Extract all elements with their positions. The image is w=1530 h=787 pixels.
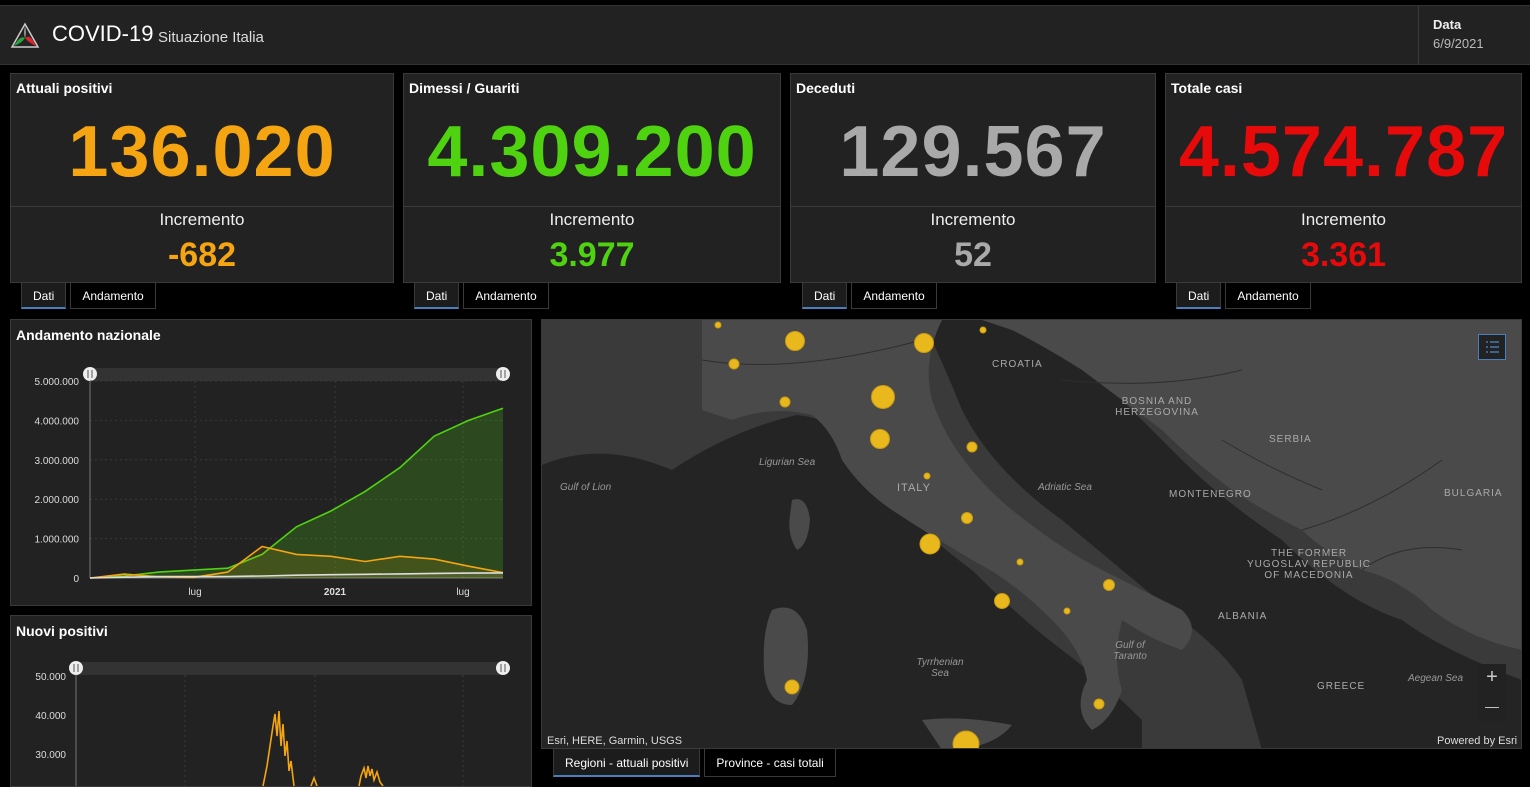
card-value: 4.309.200 <box>427 112 757 192</box>
region-dot[interactable] <box>785 331 805 351</box>
region-dot[interactable] <box>1016 558 1024 566</box>
card-divider <box>11 206 393 207</box>
date-label: Data <box>1433 17 1462 32</box>
y-tick-label: 50.000 <box>35 672 66 683</box>
date-value: 6/9/2021 <box>1433 36 1484 51</box>
region-dot[interactable] <box>728 358 740 370</box>
region-dot[interactable] <box>1063 607 1071 615</box>
map-powered-by[interactable]: Powered by Esri <box>1437 735 1517 747</box>
card-value: 4.574.787 <box>1178 112 1509 192</box>
range-slider-track <box>90 368 503 381</box>
card-title: Attuali positivi <box>16 80 113 96</box>
range-slider-handle <box>496 661 510 675</box>
series-nuovi-positivi-line <box>262 710 384 786</box>
chart-nuovi-positivi: Nuovi positivi 50.000 40.000 30.000 <box>10 615 532 787</box>
card-increment-value: 3.361 <box>1300 236 1387 274</box>
card-attuali-positivi: Attuali positivi 136.020 Incremento -682 <box>10 73 394 283</box>
region-dot[interactable] <box>1103 579 1115 591</box>
card-divider <box>791 206 1155 207</box>
y-tick-label: 1.000.000 <box>35 535 80 546</box>
card-tabs-positivi: Dati Andamento <box>21 283 160 310</box>
y-tick-label: 4.000.000 <box>35 416 80 427</box>
card-tabs-guariti: Dati Andamento <box>414 283 553 310</box>
region-dot[interactable] <box>714 321 722 329</box>
region-dot[interactable] <box>979 326 987 334</box>
card-increment-label: Incremento <box>549 210 635 229</box>
zoom-out-button[interactable]: — <box>1478 693 1506 721</box>
x-tick-label: 2021 <box>324 587 347 598</box>
tab-andamento[interactable]: Andamento <box>463 283 549 309</box>
tab-dati[interactable]: Dati <box>21 283 67 309</box>
x-tick-label: lug <box>456 587 469 598</box>
region-dot[interactable] <box>784 679 800 695</box>
app-header: COVID-19 Situazione Italia Data 6/9/2021 <box>0 5 1530 65</box>
range-slider-handle <box>496 367 510 381</box>
map-attribution: Esri, HERE, Garmin, USGS <box>547 735 683 747</box>
chart-andamento-nazionale: Andamento nazionale 0 1.000.000 2.000.000 3… <box>10 319 532 606</box>
card-divider <box>404 206 780 207</box>
region-dot[interactable] <box>923 472 931 480</box>
card-totale-casi: Totale casi 4.574.787 Incremento 3.361 <box>1165 73 1522 283</box>
y-tick-label: 2.000.000 <box>35 495 80 506</box>
card-tabs-totale: Dati Andamento <box>1176 283 1315 310</box>
list-icon <box>1486 341 1499 353</box>
tab-dati[interactable]: Dati <box>1176 283 1222 309</box>
region-dot[interactable] <box>914 333 934 353</box>
app-title: COVID-19 <box>52 21 154 46</box>
tab-regioni[interactable]: Regioni - attuali positivi <box>553 749 701 777</box>
card-title: Totale casi <box>1171 80 1243 96</box>
range-slider-handle <box>83 367 97 381</box>
tab-andamento[interactable]: Andamento <box>851 283 937 309</box>
card-title: Deceduti <box>796 80 856 96</box>
region-dot[interactable] <box>871 385 895 409</box>
tab-andamento[interactable]: Andamento <box>70 283 156 309</box>
region-dot[interactable] <box>961 512 973 524</box>
card-increment-label: Incremento <box>159 210 245 229</box>
region-dot[interactable] <box>966 441 978 453</box>
y-tick-label: 30.000 <box>35 750 66 761</box>
date-panel: Data 6/9/2021 <box>1418 6 1530 64</box>
region-dot[interactable] <box>994 593 1010 609</box>
card-title: Dimessi / Guariti <box>409 80 520 96</box>
card-dimessi-guariti: Dimessi / Guariti 4.309.200 Incremento 3… <box>403 73 781 283</box>
region-dot[interactable] <box>952 730 980 749</box>
zoom-in-button[interactable]: + <box>1478 664 1506 692</box>
card-increment-value: 52 <box>954 236 992 274</box>
card-deceduti: Deceduti 129.567 Incremento 52 <box>790 73 1156 283</box>
x-tick-label: lug <box>188 587 201 598</box>
card-increment-value: 3.977 <box>549 236 635 274</box>
legend-button[interactable] <box>1478 334 1506 360</box>
tab-andamento[interactable]: Andamento <box>1225 283 1311 309</box>
map-view[interactable]: CROATIA BOSNIA AND HERZEGOVINA SERBIA Li… <box>541 319 1522 749</box>
card-divider <box>1166 206 1521 207</box>
card-tabs-deceduti: Dati Andamento <box>802 283 941 310</box>
y-tick-label: 3.000.000 <box>35 456 80 467</box>
tab-dati[interactable]: Dati <box>414 283 460 309</box>
card-increment-label: Incremento <box>930 210 1016 229</box>
app-subtitle: Situazione Italia <box>158 29 264 46</box>
y-tick-label: 0 <box>73 574 79 585</box>
tab-province[interactable]: Province - casi totali <box>704 749 836 777</box>
y-tick-label: 5.000.000 <box>35 377 80 388</box>
tab-dati[interactable]: Dati <box>802 283 848 309</box>
map-tabs: Regioni - attuali positivi Province - ca… <box>553 749 840 777</box>
chart-area: 0 1.000.000 2.000.000 3.000.000 4.000.000 5.0… <box>35 367 510 598</box>
card-increment-value: -682 <box>167 236 237 274</box>
chart-area: 50.000 40.000 30.000 <box>35 661 510 786</box>
card-increment-label: Incremento <box>1300 210 1387 229</box>
region-dot[interactable] <box>1093 698 1105 710</box>
region-dot[interactable] <box>779 396 791 408</box>
region-dot[interactable] <box>870 429 890 449</box>
logo-icon <box>10 22 40 48</box>
range-slider-handle <box>69 661 83 675</box>
y-tick-label: 40.000 <box>35 711 66 722</box>
range-slider-track <box>76 662 503 675</box>
card-value: 136.020 <box>68 112 336 192</box>
map-dots-layer <box>714 321 1115 749</box>
region-dot[interactable] <box>919 533 941 555</box>
card-value: 129.567 <box>839 112 1107 192</box>
